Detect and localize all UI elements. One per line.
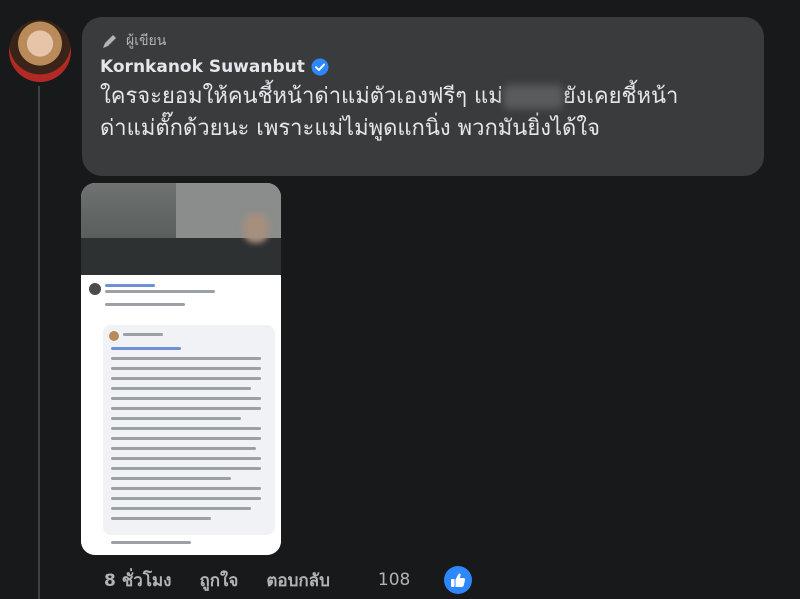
reaction-summary[interactable]: 108 — [377, 566, 473, 594]
like-reaction-badge — [444, 566, 473, 594]
author-name[interactable]: Kornkanok Suwanbut — [100, 57, 305, 77]
like-thumb-icon — [451, 573, 466, 587]
comment-text-part1: ใครจะยอมให้คนชี้หน้าด่าแม่ตัวเองฟรีๆ แม่ — [100, 84, 503, 109]
verified-badge-icon — [311, 58, 329, 76]
author-role-row: ผู้เขียน — [100, 29, 746, 53]
comment-bubble: ผู้เขียน Kornkanok Suwanbut ใครจะยอมให้ค… — [82, 17, 764, 176]
avatar[interactable] — [9, 20, 71, 82]
comment-text-part2: ยังเคยชี้หน้า — [562, 84, 679, 109]
comment-timestamp[interactable]: 8 ชั่วโมง — [104, 567, 171, 594]
reaction-count: 108 — [377, 570, 411, 590]
like-button[interactable]: ถูกใจ — [199, 567, 238, 594]
author-role-label: ผู้เขียน — [126, 33, 167, 49]
comment-text-line2: ด่าแม่ตั๊กด้วยนะ เพราะแม่ไม่พูดแกนิ่ง พว… — [100, 116, 600, 141]
photo-video-frame — [81, 183, 281, 275]
pencil-icon — [103, 35, 116, 48]
photo-screenshot-area — [81, 275, 281, 555]
attached-photo[interactable] — [81, 183, 281, 555]
comment-text: ใครจะยอมให้คนชี้หน้าด่าแม่ตัวเองฟรีๆ แม่… — [100, 81, 746, 145]
comment-actions: 8 ชั่วโมง ถูกใจ ตอบกลับ 108 — [104, 566, 473, 594]
blurred-name — [502, 85, 563, 109]
reply-button[interactable]: ตอบกลับ — [266, 567, 330, 594]
thread-line — [38, 86, 40, 599]
